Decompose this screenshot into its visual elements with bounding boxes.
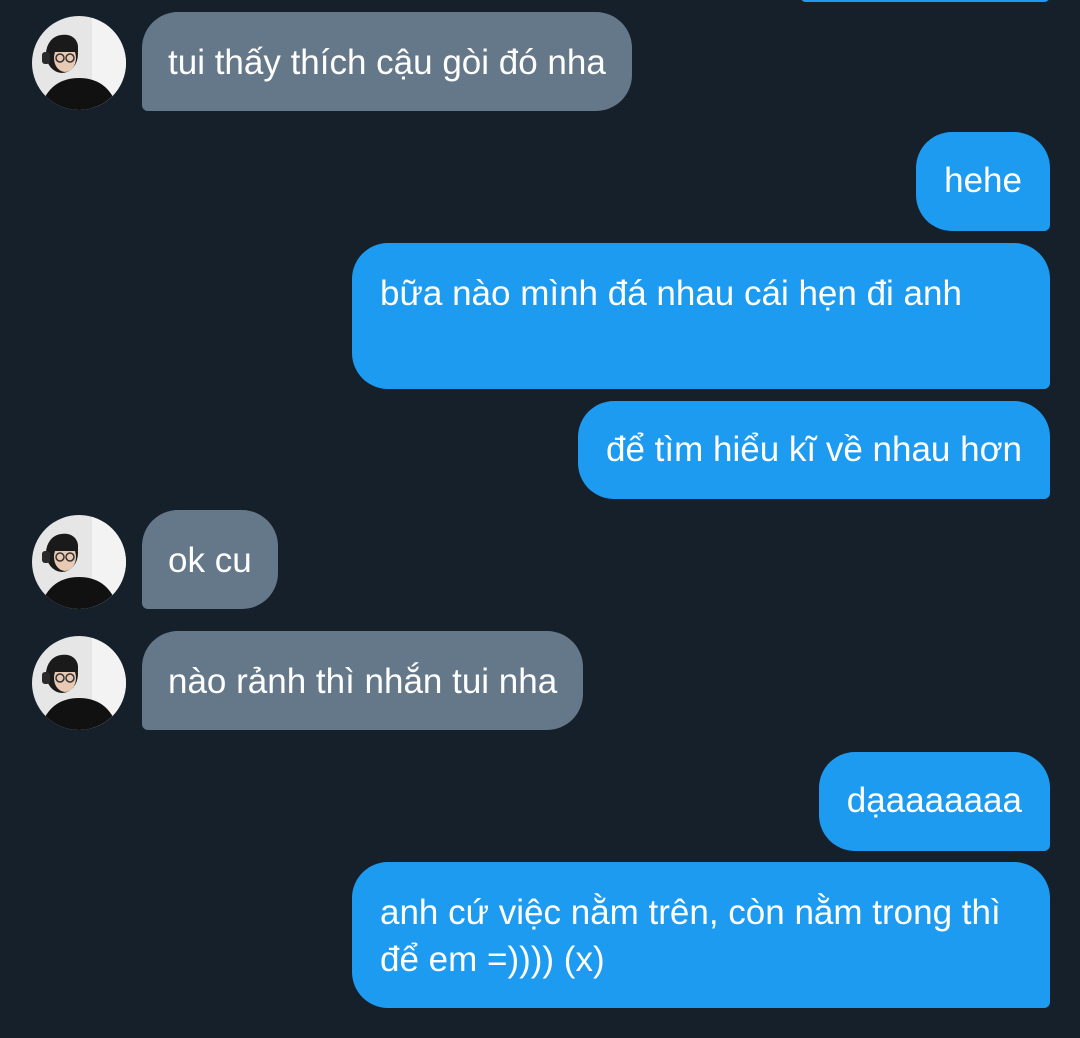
message-text: nào rảnh thì nhắn tui nha [168, 662, 558, 701]
message-text: anh cứ việc nằm trên, còn nằm trong thì … [380, 893, 1001, 979]
message-text: dạaaaaaaa [846, 781, 1022, 820]
message-text: để tìm hiểu kĩ về nhau hơn [606, 430, 1022, 469]
message-bubble-outgoing[interactable]: để tìm hiểu kĩ về nhau hơn [578, 401, 1050, 499]
avatar[interactable] [32, 16, 126, 110]
message-bubble-outgoing[interactable]: bữa nào mình đá nhau cái hẹn đi anh [352, 243, 1050, 389]
message-bubble-incoming[interactable]: nào rảnh thì nhắn tui nha [142, 631, 584, 730]
message-text: ok cu [168, 541, 252, 580]
message-text: bữa nào mình đá nhau cái hẹn đi anh [380, 274, 962, 313]
message-bubble-incoming[interactable]: ok cu [142, 510, 278, 609]
message-bubble-outgoing[interactable]: hehe [916, 132, 1050, 231]
message-bubble-outgoing[interactable]: anh cứ việc nằm trên, còn nằm trong thì … [352, 862, 1050, 1008]
avatar[interactable] [32, 636, 126, 730]
message-bubble-incoming[interactable]: tui thấy thích cậu gòi đó nha [142, 12, 632, 111]
message-text: tui thấy thích cậu gòi đó nha [168, 43, 606, 82]
avatar-image [32, 515, 126, 609]
avatar-image [32, 636, 126, 730]
avatar[interactable] [32, 515, 126, 609]
message-text: hehe [944, 161, 1022, 200]
avatar-image [32, 16, 126, 110]
message-bubble-outgoing[interactable]: dạaaaaaaa [818, 752, 1050, 851]
previous-message-bubble-edge [800, 0, 1050, 2]
